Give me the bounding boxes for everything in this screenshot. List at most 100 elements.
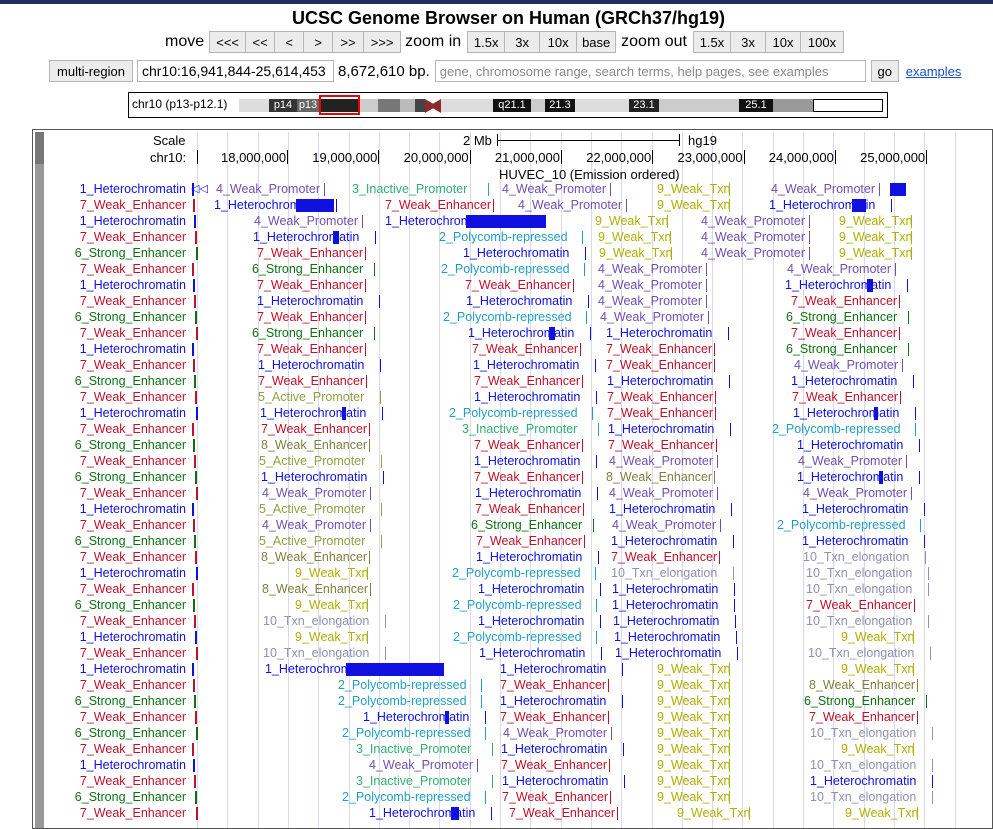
feature-label[interactable]: 7_Weak_Enhancer [502,790,608,804]
row-label[interactable]: 6_Strong_Enhancer [75,310,186,324]
feature-label[interactable]: 1_Heterochromatin [797,470,903,484]
row-label[interactable]: 7_Weak_Enhancer [80,742,186,756]
feature-label[interactable]: 7_Weak_Enhancer [257,246,363,260]
feature-label[interactable]: 4_Weak_Promoter [794,358,898,372]
feature-label[interactable]: 1_Heterochromatin [478,582,584,596]
feature-label[interactable]: 1_Heterochromatin [797,438,903,452]
row-label[interactable]: 1_Heterochromatin [80,406,186,420]
feature-block[interactable] [451,807,459,820]
feature-block[interactable] [333,231,339,244]
feature-label[interactable]: 4_Weak_Promoter [787,262,891,276]
feature-label[interactable]: 1_Heterochromatin [258,358,364,372]
feature-label[interactable]: 6_Strong_Enhancer [252,326,363,340]
feature-label[interactable]: 7_Weak_Enhancer [608,438,714,452]
feature-label[interactable]: 1_Heterochromatin [613,614,719,628]
row-label[interactable]: 7_Weak_Enhancer [80,326,186,340]
zoom-in-1-5x-button[interactable]: 1.5x [467,31,506,53]
feature-label[interactable]: 3_Inactive_Promoter [356,774,471,788]
feature-label[interactable]: 6_Strong_Enhancer [786,342,897,356]
feature-label[interactable]: 1_Heterochromatin [606,326,712,340]
multi-region-button[interactable]: multi-region [49,60,133,82]
search-input[interactable]: gene, chromosome range, search terms, he… [434,60,866,82]
row-label[interactable]: 7_Weak_Enhancer [80,806,186,820]
feature-label[interactable]: 8_Weak_Enhancer [262,582,368,596]
row-label[interactable]: 7_Weak_Enhancer [80,710,186,724]
row-label[interactable]: 6_Strong_Enhancer [75,246,186,260]
feature-label[interactable]: 7_Weak_Enhancer [791,326,897,340]
feature-label[interactable]: 4_Weak_Promoter [803,486,907,500]
feature-label[interactable]: 1_Heterochromatin [500,662,606,676]
zoom-out-10x-button[interactable]: 10x [764,31,801,53]
feature-label[interactable]: 1_Heterochromatin [261,470,367,484]
feature-label[interactable]: 9_Weak_Txn [657,742,730,756]
feature-label[interactable]: 9_Weak_Txn [657,678,730,692]
feature-label[interactable]: 4_Weak_Promoter [598,294,702,308]
feature-label[interactable]: 2_Polycomb-repressed [342,790,471,804]
feature-label[interactable]: 5_Active_Promoter [259,502,365,516]
feature-label[interactable]: 1_Heterochromatin [802,534,908,548]
move-right-button[interactable]: > [303,31,334,53]
feature-label[interactable]: 10_Txn_elongation [806,566,912,580]
feature-block[interactable] [874,407,878,420]
feature-label[interactable]: 1_Heterochromatin [463,246,569,260]
feature-label[interactable]: 4_Weak_Promoter [609,454,713,468]
feature-label[interactable]: 10_Txn_elongation [263,614,369,628]
feature-label[interactable]: 4_Weak_Promoter [598,278,702,292]
row-label[interactable]: 7_Weak_Enhancer [80,454,186,468]
row-label[interactable]: 7_Weak_Enhancer [80,614,186,628]
feature-label[interactable]: 7_Weak_Enhancer [257,342,363,356]
feature-label[interactable]: 6_Strong_Enhancer [786,310,897,324]
zoom-out-1-5x-button[interactable]: 1.5x [692,31,731,53]
feature-block[interactable] [346,663,444,676]
feature-label[interactable]: 7_Weak_Enhancer [474,438,580,452]
feature-label[interactable]: 1_Heterochromatin [363,710,469,724]
zoom-base-button[interactable]: base [576,31,617,53]
feature-label[interactable]: 1_Heterochromatin [608,422,714,436]
row-label[interactable]: 6_Strong_Enhancer [75,790,186,804]
feature-label[interactable]: 8_Weak_Enhancer [261,438,367,452]
feature-label[interactable]: 1_Heterochromatin [253,230,359,244]
move-start-button[interactable]: <<< [209,31,247,53]
feature-label[interactable]: 1_Heterochromatin [611,534,717,548]
feature-label[interactable]: 2_Polycomb-repressed [772,422,901,436]
feature-label[interactable]: 1_Heterochromatin [502,774,608,788]
feature-label[interactable]: 2_Polycomb-repressed [441,262,570,276]
feature-label[interactable]: 1_Heterochromatin [785,278,891,292]
feature-label[interactable]: 2_Polycomb-repressed [338,694,467,708]
feature-label[interactable]: 2_Polycomb-repressed [452,566,581,580]
feature-block[interactable] [549,327,555,340]
feature-label[interactable]: 3_Inactive_Promoter [356,742,471,756]
examples-link[interactable]: examples [906,64,962,79]
row-label[interactable]: 1_Heterochromatin [80,182,186,196]
feature-label[interactable]: 7_Weak_Enhancer [500,678,606,692]
feature-label[interactable]: 7_Weak_Enhancer [501,758,607,772]
feature-label[interactable]: 8_Weak_Enhancer [261,550,367,564]
feature-label[interactable]: 7_Weak_Enhancer [606,342,712,356]
feature-label[interactable]: 10_Txn_elongation [808,646,914,660]
feature-label[interactable]: 1_Heterochromatin [810,774,916,788]
feature-label[interactable]: 7_Weak_Enhancer [475,502,581,516]
feature-label[interactable]: 9_Weak_Txn [657,710,730,724]
feature-label[interactable]: 1_Heterochromatin [474,454,580,468]
feature-label[interactable]: 1_Heterochromatin [612,582,718,596]
feature-label[interactable]: 4_Weak_Promoter [216,182,320,196]
row-label[interactable]: 6_Strong_Enhancer [75,438,186,452]
feature-label[interactable]: 10_Txn_elongation [810,726,916,740]
feature-label[interactable]: 1_Heterochromatin [468,326,574,340]
row-label[interactable]: 6_Strong_Enhancer [75,534,186,548]
feature-label[interactable]: 9_Weak_Txn [295,566,368,580]
row-label[interactable]: 7_Weak_Enhancer [80,678,186,692]
feature-label[interactable]: 9_Weak_Txn [677,806,750,820]
row-label[interactable]: 7_Weak_Enhancer [80,358,186,372]
feature-label[interactable]: 1_Heterochromatin [802,502,908,516]
feature-block[interactable] [466,215,546,228]
feature-label[interactable]: 3_Inactive_Promoter [462,422,577,436]
feature-label[interactable]: 8_Weak_Enhancer [809,678,915,692]
feature-label[interactable]: 9_Weak_Txn [657,790,730,804]
feature-block[interactable] [852,199,866,212]
feature-label[interactable]: 9_Weak_Txn [839,230,912,244]
feature-label[interactable]: 5_Active_Promoter [259,534,365,548]
feature-label[interactable]: 9_Weak_Txn [657,662,730,676]
feature-label[interactable]: 2_Polycomb-repressed [453,598,582,612]
row-label[interactable]: 1_Heterochromatin [80,214,186,228]
